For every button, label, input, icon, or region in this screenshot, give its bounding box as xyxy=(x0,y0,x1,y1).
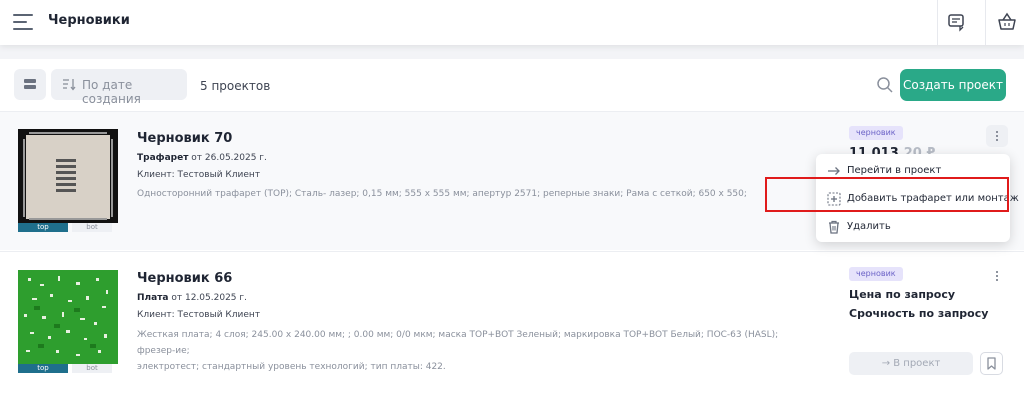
view-toggle-button[interactable] xyxy=(14,69,46,100)
tab-bot[interactable]: bot xyxy=(72,223,112,232)
to-project-button[interactable]: → В проект xyxy=(849,352,973,375)
thumb-tabs: top bot xyxy=(18,223,118,232)
card-type-date: Трафарет от 26.05.2025 г. xyxy=(137,153,267,163)
urgency-on-request: Срочность по запросу xyxy=(849,307,989,320)
search-icon[interactable] xyxy=(876,76,894,94)
bookmark-button[interactable] xyxy=(980,352,1003,375)
card-description-line: электротест; стандартный уровень техноло… xyxy=(137,362,446,372)
divider xyxy=(985,0,986,45)
sort-label: По дате создания xyxy=(82,78,141,106)
more-options-button[interactable] xyxy=(986,266,1008,288)
menu-item-open-project[interactable]: Перейти в проект xyxy=(816,158,1010,184)
project-count: 5 проектов xyxy=(200,79,271,93)
card-context-menu: Перейти в проект Добавить трафарет или м… xyxy=(816,154,1019,242)
tab-bot[interactable]: bot xyxy=(72,364,112,373)
toolbar: По дате создания 5 проектов Создать прое… xyxy=(0,59,1024,112)
menu-item-label: Удалить xyxy=(847,221,891,232)
pcb-image xyxy=(18,270,118,364)
sort-icon xyxy=(63,79,76,91)
add-box-icon xyxy=(827,192,841,206)
card-title[interactable]: Черновик 66 xyxy=(137,271,232,286)
card-type: Плата xyxy=(137,293,169,303)
thumb-tabs: top bot xyxy=(18,364,118,373)
card-client: Клиент: Тестовый Клиент xyxy=(137,170,261,180)
create-project-button[interactable]: Создать проект xyxy=(900,69,1006,101)
card-date: от 12.05.2025 г. xyxy=(171,293,247,303)
basket-icon[interactable] xyxy=(996,11,1018,33)
status-badge: черновик xyxy=(849,126,903,140)
bookmark-icon xyxy=(987,357,996,370)
separator-band xyxy=(0,45,1024,59)
card-type-date: Плата от 12.05.2025 г. xyxy=(137,293,247,303)
card-description: Жесткая плата; 4 слоя; 245.00 x 240.00 м… xyxy=(137,327,817,375)
trash-icon xyxy=(829,220,839,234)
stencil-image xyxy=(18,129,118,223)
stencil-thumbnail[interactable]: top bot xyxy=(18,129,118,232)
card-description: Односторонний трафарет (TOP); Сталь- лаз… xyxy=(137,189,747,199)
top-bar: Черновики xyxy=(0,0,1024,45)
card-type: Трафарет xyxy=(137,153,189,163)
project-card[interactable]: top bot Черновик 66 Плата от 12.05.2025 … xyxy=(0,251,1024,392)
card-title[interactable]: Черновик 70 xyxy=(137,131,232,146)
menu-icon[interactable] xyxy=(13,13,33,31)
tab-top[interactable]: top xyxy=(18,364,68,373)
menu-item-label: Добавить трафарет или монтаж xyxy=(847,193,1019,204)
page-title: Черновики xyxy=(48,13,130,28)
more-options-button[interactable] xyxy=(986,125,1008,147)
status-badge: черновик xyxy=(849,267,903,281)
menu-item-delete[interactable]: Удалить xyxy=(816,214,1010,240)
card-description-line: Жесткая плата; 4 слоя; 245.00 x 240.00 м… xyxy=(137,330,779,356)
sort-button[interactable]: По дате создания xyxy=(51,69,187,106)
arrow-right-icon xyxy=(828,167,840,175)
menu-item-add-stencil-or-assembly[interactable]: Добавить трафарет или монтаж xyxy=(816,186,1019,212)
card-date: от 26.05.2025 г. xyxy=(191,153,267,163)
tab-top[interactable]: top xyxy=(18,223,68,232)
price-on-request: Цена по запросу xyxy=(849,288,956,301)
divider xyxy=(937,0,938,45)
chat-icon[interactable] xyxy=(946,11,968,33)
card-client: Клиент: Тестовый Клиент xyxy=(137,310,261,320)
menu-item-label: Перейти в проект xyxy=(847,165,942,176)
pcb-thumbnail[interactable]: top bot xyxy=(18,270,118,373)
